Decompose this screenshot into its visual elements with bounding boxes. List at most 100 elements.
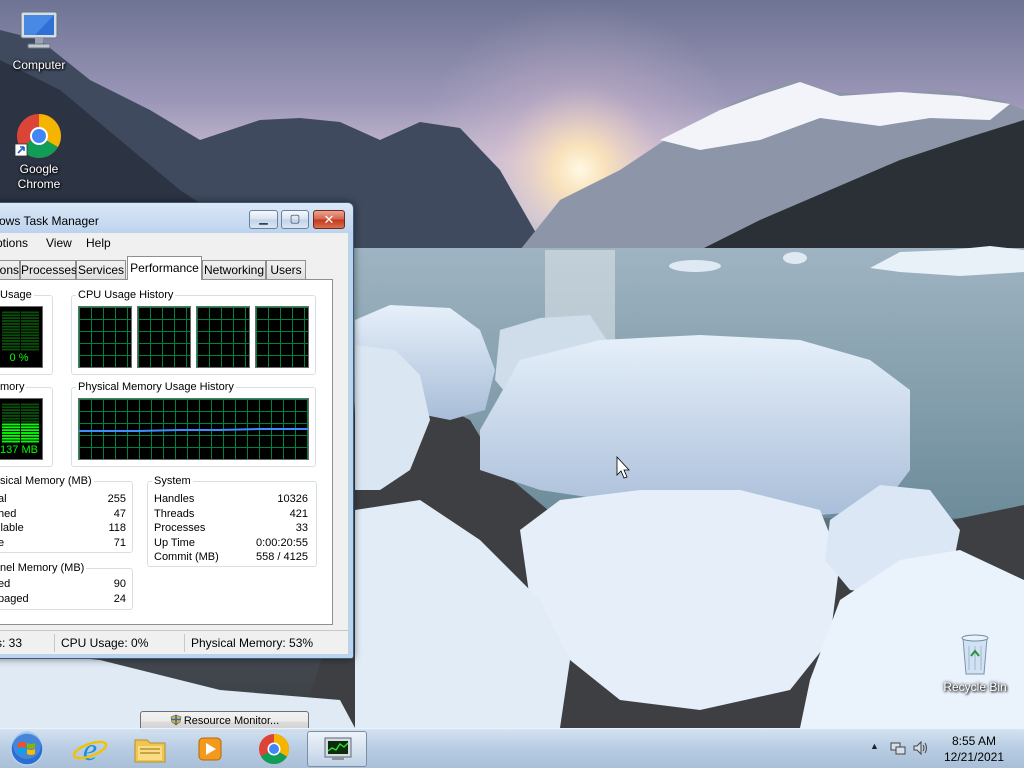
cpu-meter-segment <box>21 314 39 317</box>
system-label: System <box>152 475 193 487</box>
tab-processes[interactable]: Processes <box>20 260 77 280</box>
system-value: 558 / 4125 <box>256 551 308 564</box>
minimize-button[interactable]: ▁ <box>249 210 278 229</box>
file-explorer-icon <box>134 739 166 763</box>
system-group: System Handles 10326 Threads 421 Processes 33… <box>147 475 317 567</box>
maximize-button[interactable]: ▢ <box>281 210 309 229</box>
physical-memory-key: al <box>0 493 7 505</box>
system-value: 0:00:20:55 <box>256 536 308 549</box>
taskbar-internet-explorer[interactable]: e <box>60 731 120 767</box>
clock[interactable]: 8:55 AM 12/21/2021 <box>936 733 1012 765</box>
system-key: Up Time <box>154 536 195 549</box>
taskbar-task-manager[interactable] <box>307 731 367 767</box>
desktop-icon-label: Recycle Bin <box>943 680 1007 694</box>
physical-memory-row: ilable 118 <box>0 521 126 535</box>
memory-meter-segment <box>21 426 39 429</box>
recycle-bin-icon <box>951 630 999 678</box>
cpu-core-4-graph <box>255 306 309 368</box>
cpu-meter-segment <box>2 345 20 348</box>
cpu-core-3-graph <box>196 306 250 368</box>
menu-options[interactable]: ptions <box>0 236 28 250</box>
shield-icon <box>170 714 182 726</box>
svg-text:e: e <box>83 731 97 767</box>
cpu-history-group: CPU Usage History <box>71 289 316 375</box>
cpu-meter-segment <box>21 342 39 345</box>
taskbar-media-player[interactable] <box>180 731 240 767</box>
cpu-core-2-graph <box>137 306 191 368</box>
memory-meter-segment <box>21 423 39 426</box>
cpu-meter-segment <box>21 311 39 314</box>
memory-meter-segment <box>2 440 20 443</box>
cpu-usage-label: Usage <box>0 289 34 301</box>
network-icon[interactable] <box>890 740 906 759</box>
tab-applications[interactable]: ions <box>0 260 20 280</box>
cpu-meter-segment <box>2 334 20 337</box>
title-bar[interactable]: ows Task Manager ▁ ▢ ✕ <box>0 203 353 233</box>
memory-history-label: Physical Memory Usage History <box>76 381 236 393</box>
tab-services[interactable]: Services <box>76 260 126 280</box>
physical-memory-key: hed <box>0 507 17 520</box>
cpu-meter-segment <box>2 328 20 331</box>
cpu-meter-segment <box>2 348 20 351</box>
window-title: ows Task Manager <box>0 214 99 228</box>
memory-history-group: Physical Memory Usage History <box>71 381 316 467</box>
system-value: 421 <box>289 507 308 520</box>
cpu-meter-segment <box>21 331 39 334</box>
tab-networking[interactable]: Networking <box>202 260 266 280</box>
start-button[interactable] <box>2 731 52 767</box>
chrome-icon <box>14 112 63 160</box>
memory-meter-segment <box>21 406 39 409</box>
cpu-meter-segment <box>2 314 20 317</box>
system-row: Processes 33 <box>154 521 308 535</box>
task-manager-window[interactable]: ows Task Manager ▁ ▢ ✕ ptions View Help … <box>0 202 354 732</box>
tab-users[interactable]: Users <box>266 260 306 280</box>
taskbar-chrome[interactable] <box>244 731 304 767</box>
physical-memory-row: al 255 <box>0 492 126 506</box>
memory-meter-segment <box>21 429 39 432</box>
memory-meter-segment <box>21 434 39 437</box>
memory-meter-segment <box>2 429 20 432</box>
menu-view[interactable]: View <box>46 236 72 250</box>
desktop-icon-computer[interactable]: Computer <box>2 8 76 73</box>
physical-memory-value: 118 <box>108 522 126 535</box>
memory-meter-segment <box>2 412 20 414</box>
memory-meter-segment <box>21 437 39 440</box>
system-value: 10326 <box>277 493 308 505</box>
cpu-usage-meter: 0 % <box>0 306 43 368</box>
memory-label: mory <box>0 381 27 393</box>
physical-memory-label: sical Memory (MB) <box>0 475 94 487</box>
physical-memory-key: ilable <box>0 522 24 535</box>
kernel-memory-key: ed <box>0 578 11 590</box>
memory-meter-segment <box>2 409 20 412</box>
desktop-icon-recycle-bin[interactable]: Recycle Bin <box>938 630 1012 695</box>
kernel-memory-key: paged <box>0 592 29 605</box>
memory-meter-segment <box>2 420 20 423</box>
cpu-meter-segment <box>21 317 39 320</box>
show-hidden-icons-arrow[interactable]: ▲ <box>870 741 879 751</box>
cpu-meter-segment <box>2 331 20 334</box>
taskbar-file-explorer[interactable] <box>120 731 180 767</box>
volume-icon[interactable] <box>912 740 930 759</box>
system-key: Threads <box>154 507 195 520</box>
physical-memory-group: sical Memory (MB) al 255 hed 47 ilable 118 e 71 <box>0 475 133 553</box>
windows-start-icon <box>10 731 44 766</box>
desktop-icon-label: Google Chrome <box>17 162 61 191</box>
memory-meter: 137 MB <box>0 398 43 460</box>
cpu-meter-segment <box>21 348 39 351</box>
desktop-icon-google-chrome[interactable]: Google Chrome <box>2 112 76 192</box>
tab-performance[interactable]: Performance <box>127 256 202 280</box>
status-processes: s: 33 <box>0 636 23 650</box>
cpu-meter-segment <box>21 328 39 331</box>
kernel-memory-label: nel Memory (MB) <box>0 562 87 574</box>
close-button[interactable]: ✕ <box>313 210 345 229</box>
status-cpu-usage: CPU Usage: 0% <box>54 634 148 652</box>
cpu-meter-segment <box>2 320 20 322</box>
memory-meter-segment <box>2 414 20 417</box>
taskbar: e ▲ 8:55 AM 12/21/2021 <box>0 728 1024 768</box>
menu-help[interactable]: Help <box>86 236 111 250</box>
performance-panel: Usage 0 % CPU Usage History mory 137 MB … <box>0 279 348 630</box>
physical-memory-row: hed 47 <box>0 507 126 521</box>
memory-group: mory 137 MB <box>0 381 53 467</box>
media-player-icon <box>198 737 222 761</box>
cpu-usage-group: Usage 0 % <box>0 289 53 375</box>
